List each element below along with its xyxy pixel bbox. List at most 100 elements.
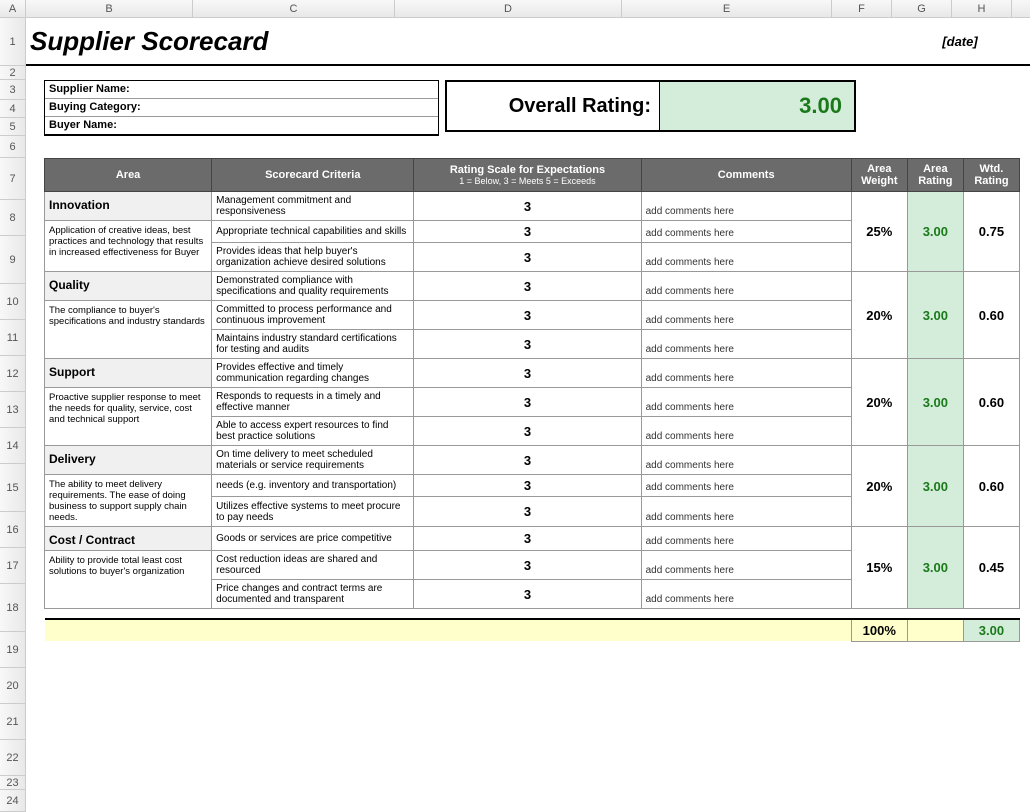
criteria-cell[interactable]: Utilizes effective systems to meet procu…	[212, 497, 414, 527]
row-header-17[interactable]: 17	[0, 548, 25, 584]
comments-cell[interactable]: add comments here	[641, 446, 851, 475]
comments-cell[interactable]: add comments here	[641, 475, 851, 497]
comments-cell[interactable]: add comments here	[641, 243, 851, 272]
criteria-cell[interactable]: needs (e.g. inventory and transportation…	[212, 475, 414, 497]
row-header-13[interactable]: 13	[0, 392, 25, 428]
col-header-C[interactable]: C	[193, 0, 395, 17]
criteria-cell[interactable]: Committed to process performance and con…	[212, 301, 414, 330]
row-header-4[interactable]: 4	[0, 100, 25, 118]
rating-cell[interactable]: 3	[414, 243, 641, 272]
rating-cell[interactable]: 3	[414, 301, 641, 330]
comments-cell[interactable]: add comments here	[641, 388, 851, 417]
comments-cell[interactable]: add comments here	[641, 192, 851, 221]
header-rating-sub: 1 = Below, 3 = Meets 5 = Exceeds	[420, 176, 634, 186]
area-description: The ability to meet delivery requirement…	[45, 475, 212, 527]
rating-cell[interactable]: 3	[414, 272, 641, 301]
row-header-12[interactable]: 12	[0, 356, 25, 392]
row-header-10[interactable]: 10	[0, 284, 25, 320]
criteria-cell[interactable]: Provides effective and timely communicat…	[212, 359, 414, 388]
row-header-18[interactable]: 18	[0, 584, 25, 632]
criteria-cell[interactable]: Maintains industry standard certificatio…	[212, 330, 414, 359]
row-header-1[interactable]: 1	[0, 18, 25, 66]
row-header-14[interactable]: 14	[0, 428, 25, 464]
row-header-16[interactable]: 16	[0, 512, 25, 548]
area-weight[interactable]: 15%	[851, 527, 907, 609]
criteria-cell[interactable]: Goods or services are price competitive	[212, 527, 414, 551]
row-header-2[interactable]: 2	[0, 66, 25, 80]
area-weight[interactable]: 20%	[851, 446, 907, 527]
buyer-name-field[interactable]: Buyer Name:	[45, 117, 438, 135]
row-header-11[interactable]: 11	[0, 320, 25, 356]
criteria-cell[interactable]: Demonstrated compliance with specificati…	[212, 272, 414, 301]
header-wtd: Wtd. Rating	[963, 159, 1019, 192]
criteria-cell[interactable]: Provides ideas that help buyer's organiz…	[212, 243, 414, 272]
row-header-19[interactable]: 19	[0, 632, 25, 668]
criteria-cell[interactable]: Cost reduction ideas are shared and reso…	[212, 551, 414, 580]
comments-cell[interactable]: add comments here	[641, 301, 851, 330]
totals-row: 100%3.00	[45, 619, 1020, 642]
row-header-3[interactable]: 3	[0, 80, 25, 100]
comments-cell[interactable]: add comments here	[641, 497, 851, 527]
rating-cell[interactable]: 3	[414, 221, 641, 243]
rating-cell[interactable]: 3	[414, 551, 641, 580]
total-rating: 3.00	[963, 619, 1019, 642]
criteria-cell[interactable]: Able to access expert resources to find …	[212, 417, 414, 446]
col-header-A[interactable]: A	[0, 0, 26, 17]
area-description: Ability to provide total least cost solu…	[45, 551, 212, 609]
buying-category-field[interactable]: Buying Category:	[45, 99, 438, 117]
rating-cell[interactable]: 3	[414, 580, 641, 609]
criteria-cell[interactable]: Responds to requests in a timely and eff…	[212, 388, 414, 417]
comments-cell[interactable]: add comments here	[641, 551, 851, 580]
area-title: Cost / Contract	[45, 527, 212, 551]
date-placeholder[interactable]: [date]	[890, 34, 1030, 49]
rating-cell[interactable]: 3	[414, 192, 641, 221]
col-header-D[interactable]: D	[395, 0, 622, 17]
area-title: Delivery	[45, 446, 212, 475]
row-header-21[interactable]: 21	[0, 704, 25, 740]
col-header-B[interactable]: B	[26, 0, 193, 17]
criteria-cell[interactable]: Appropriate technical capabilities and s…	[212, 221, 414, 243]
row-header-24[interactable]: 24	[0, 790, 25, 812]
row-header-20[interactable]: 20	[0, 668, 25, 704]
column-headers: A B C D E F G H	[0, 0, 1030, 18]
row-header-15[interactable]: 15	[0, 464, 25, 512]
col-header-F[interactable]: F	[832, 0, 892, 17]
criteria-cell[interactable]: On time delivery to meet scheduled mater…	[212, 446, 414, 475]
area-weight[interactable]: 25%	[851, 192, 907, 272]
col-header-G[interactable]: G	[892, 0, 952, 17]
area-rating: 3.00	[907, 359, 963, 446]
area-rating: 3.00	[907, 446, 963, 527]
comments-cell[interactable]: add comments here	[641, 527, 851, 551]
rating-cell[interactable]: 3	[414, 475, 641, 497]
rating-cell[interactable]: 3	[414, 527, 641, 551]
comments-cell[interactable]: add comments here	[641, 417, 851, 446]
area-description: The compliance to buyer's specifications…	[45, 301, 212, 359]
row-header-5[interactable]: 5	[0, 118, 25, 136]
rating-cell[interactable]: 3	[414, 446, 641, 475]
rating-cell[interactable]: 3	[414, 497, 641, 527]
col-header-H[interactable]: H	[952, 0, 1012, 17]
row-header-8[interactable]: 8	[0, 200, 25, 236]
row-header-9[interactable]: 9	[0, 236, 25, 284]
row-header-7[interactable]: 7	[0, 158, 25, 200]
header-rating: Rating Scale for Expectations 1 = Below,…	[414, 159, 641, 192]
criteria-cell[interactable]: Management commitment and responsiveness	[212, 192, 414, 221]
rating-cell[interactable]: 3	[414, 359, 641, 388]
area-weight[interactable]: 20%	[851, 272, 907, 359]
rating-cell[interactable]: 3	[414, 330, 641, 359]
supplier-name-field[interactable]: Supplier Name:	[45, 81, 438, 99]
comments-cell[interactable]: add comments here	[641, 221, 851, 243]
rating-cell[interactable]: 3	[414, 417, 641, 446]
comments-cell[interactable]: add comments here	[641, 330, 851, 359]
rating-cell[interactable]: 3	[414, 388, 641, 417]
row-header-6[interactable]: 6	[0, 136, 25, 158]
criteria-cell[interactable]: Price changes and contract terms are doc…	[212, 580, 414, 609]
area-weight[interactable]: 20%	[851, 359, 907, 446]
area-title: Support	[45, 359, 212, 388]
row-header-22[interactable]: 22	[0, 740, 25, 776]
row-header-23[interactable]: 23	[0, 776, 25, 790]
comments-cell[interactable]: add comments here	[641, 272, 851, 301]
comments-cell[interactable]: add comments here	[641, 580, 851, 609]
col-header-E[interactable]: E	[622, 0, 832, 17]
comments-cell[interactable]: add comments here	[641, 359, 851, 388]
